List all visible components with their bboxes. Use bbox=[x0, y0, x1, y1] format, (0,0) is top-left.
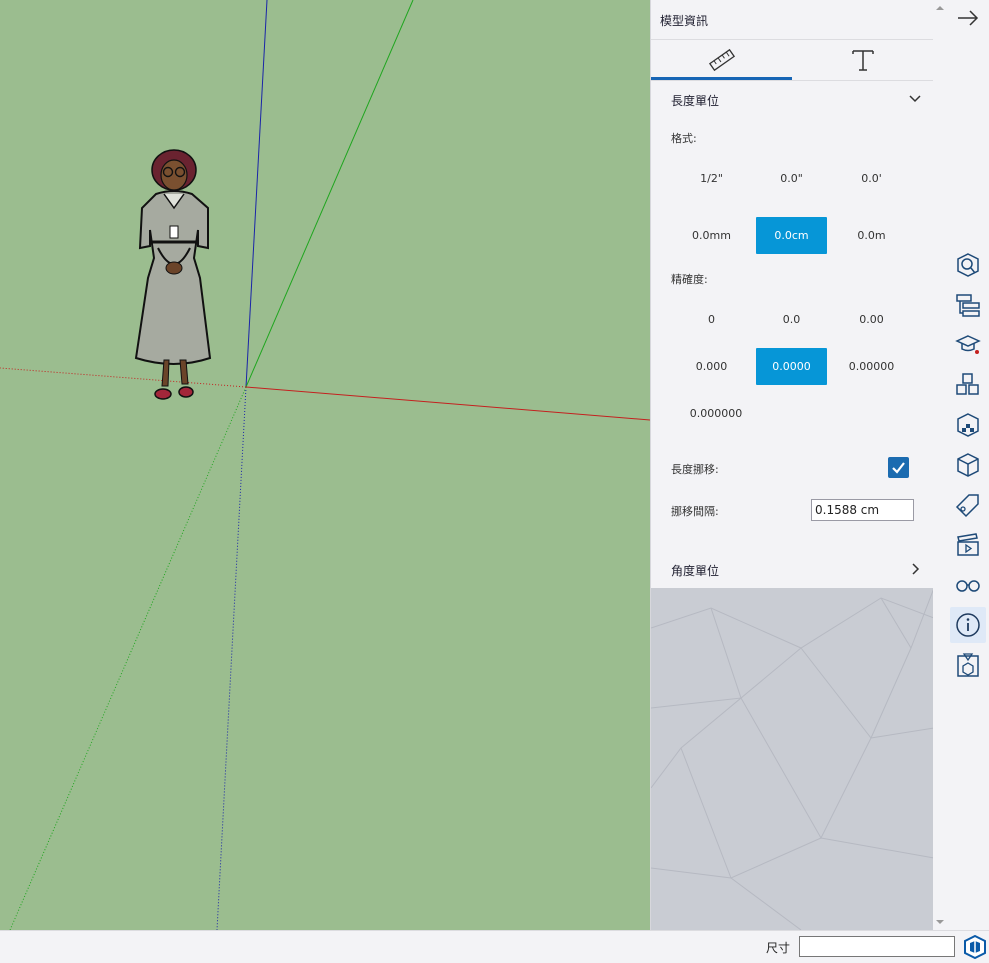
precision-option[interactable]: 0.000000 bbox=[676, 395, 756, 432]
tray-button[interactable] bbox=[950, 567, 986, 603]
snap-interval-label: 挪移間隔: bbox=[671, 505, 719, 518]
tray-toolbar bbox=[945, 0, 989, 930]
measurements-label: 尺寸 bbox=[766, 941, 791, 955]
precision-option[interactable]: 0.0 bbox=[756, 301, 827, 338]
text-icon bbox=[852, 50, 874, 71]
measurements-input[interactable] bbox=[799, 936, 955, 957]
scale-figure[interactable] bbox=[128, 148, 220, 406]
styles-icon bbox=[957, 453, 979, 477]
precision-label: 精確度: bbox=[671, 273, 708, 286]
format-option[interactable]: 0.0mm bbox=[676, 217, 747, 254]
outliner-icon bbox=[956, 294, 980, 317]
format-option[interactable]: 0.0" bbox=[756, 160, 827, 197]
length-snapping-label: 長度挪移: bbox=[671, 463, 719, 476]
axes bbox=[0, 0, 650, 930]
tags-icon bbox=[955, 494, 979, 518]
tray-button[interactable] bbox=[950, 447, 986, 483]
tray-button[interactable] bbox=[950, 247, 986, 283]
angle-units-title: 角度單位 bbox=[671, 564, 720, 578]
length-units-title: 長度單位 bbox=[671, 94, 720, 108]
status-bar: 尺寸 bbox=[0, 930, 989, 963]
green-axis bbox=[245, 0, 414, 388]
snap-interval-input[interactable]: 0.1588 cm bbox=[811, 499, 914, 521]
tray-button[interactable] bbox=[950, 407, 986, 443]
tab-units[interactable] bbox=[651, 40, 792, 80]
red-axis bbox=[245, 386, 650, 421]
tab-text[interactable] bbox=[792, 40, 933, 80]
blue-axis-negative bbox=[216, 386, 247, 930]
tray-button[interactable] bbox=[950, 367, 986, 403]
checkmark-icon bbox=[892, 462, 905, 474]
precision-option[interactable]: 0.00000 bbox=[836, 348, 907, 385]
green-axis-negative bbox=[9, 386, 247, 930]
precision-option[interactable]: 0.00 bbox=[836, 301, 907, 338]
tray-button[interactable] bbox=[950, 527, 986, 563]
tray-button-active[interactable] bbox=[950, 607, 986, 643]
viewport-canvas[interactable] bbox=[0, 0, 650, 930]
precision-option[interactable]: 0.000 bbox=[676, 348, 747, 385]
format-option[interactable]: 0.0m bbox=[836, 217, 907, 254]
panel-tabs bbox=[651, 40, 934, 81]
panel-scrollbar[interactable] bbox=[933, 0, 945, 930]
display-icon bbox=[957, 653, 979, 677]
tray-button[interactable] bbox=[950, 487, 986, 523]
length-snapping-checkbox[interactable] bbox=[888, 457, 909, 478]
precision-option-selected[interactable]: 0.0000 bbox=[756, 348, 827, 385]
arrow-right-icon bbox=[958, 10, 979, 26]
glasses-icon bbox=[956, 580, 980, 592]
components-icon bbox=[956, 373, 979, 395]
format-option[interactable]: 1/2" bbox=[676, 160, 747, 197]
format-option-selected[interactable]: 0.0cm bbox=[756, 217, 827, 254]
length-units-header[interactable]: 長度單位 bbox=[671, 92, 931, 114]
tray-button[interactable] bbox=[950, 287, 986, 323]
sketchup-logo-icon bbox=[964, 935, 986, 959]
tray-button[interactable] bbox=[950, 647, 986, 683]
format-label: 格式: bbox=[671, 132, 697, 145]
ruler-icon bbox=[708, 48, 736, 72]
precision-option[interactable]: 0 bbox=[676, 301, 747, 338]
model-info-panel: 模型資訊 長度單位 格式: 1/2" 0.0" 0.0' 0.0mm 0.0cm… bbox=[650, 0, 934, 930]
collapse-panel-button[interactable] bbox=[950, 0, 986, 36]
tray-button[interactable] bbox=[950, 327, 986, 363]
info-icon bbox=[956, 613, 980, 637]
instructor-icon bbox=[955, 335, 981, 354]
format-option[interactable]: 0.0' bbox=[836, 160, 907, 197]
materials-icon bbox=[957, 413, 979, 437]
search-cube-icon bbox=[957, 253, 979, 277]
chevron-right-icon bbox=[912, 563, 920, 575]
angle-units-header[interactable]: 角度單位 bbox=[671, 562, 931, 584]
scenes-icon bbox=[957, 533, 979, 556]
panel-title: 模型資訊 bbox=[651, 0, 934, 40]
chevron-down-icon bbox=[909, 95, 921, 103]
panel-background-pattern bbox=[651, 588, 934, 930]
blue-axis bbox=[245, 0, 268, 388]
